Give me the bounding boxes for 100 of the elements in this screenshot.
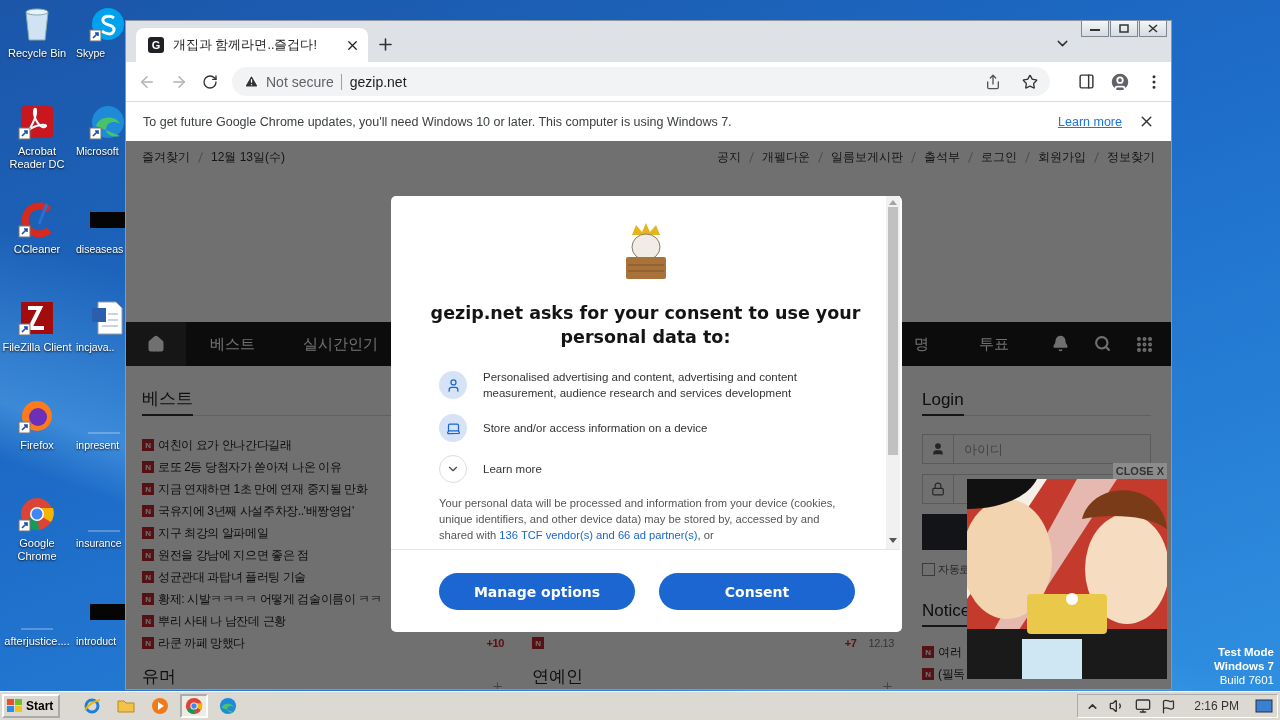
- windows-logo-icon: [7, 699, 23, 713]
- device-icon: [445, 420, 461, 436]
- new-badge: N: [922, 668, 934, 680]
- consent-button[interactable]: Consent: [659, 573, 855, 610]
- person-icon: [445, 377, 461, 393]
- new-badge: N: [142, 461, 154, 473]
- learn-more-toggle[interactable]: Learn more: [439, 455, 852, 483]
- desktop-icon[interactable]: Firefox: [17, 396, 57, 494]
- browser-icon: [219, 697, 238, 715]
- user-icon: [931, 442, 945, 456]
- new-badge: N: [142, 527, 154, 539]
- new-badge: N: [922, 646, 934, 658]
- side-panel-icon[interactable]: [1078, 73, 1095, 90]
- new-badge: N: [142, 637, 154, 649]
- infobar-message: To get future Google Chrome updates, you'll need Windows 10 or later. This computer is using Windows 7.: [143, 114, 733, 129]
- close-icon: [1148, 24, 1158, 33]
- folder-icon: [117, 697, 136, 715]
- desktop-icon[interactable]: introduct: [74, 592, 128, 690]
- browser-icon: [185, 697, 204, 715]
- start-button[interactable]: Start: [2, 694, 61, 718]
- reload-icon[interactable]: [202, 73, 218, 90]
- scrollbar-thumb[interactable]: [888, 207, 898, 455]
- desktop-icon[interactable]: Skype: [74, 4, 128, 102]
- bookmark-star-icon[interactable]: [1022, 73, 1038, 90]
- post-link[interactable]: 라쿤 까페 망했다: [158, 634, 483, 652]
- top-link[interactable]: 출석부: [924, 148, 960, 166]
- show-desktop-icon[interactable]: [1255, 698, 1273, 714]
- learn-more-link[interactable]: Learn more: [1058, 114, 1122, 129]
- security-label: Not secure: [266, 73, 334, 90]
- browser-tab[interactable]: G 개집과 함께라면..즐겁다!: [136, 28, 368, 62]
- new-badge: N: [142, 505, 154, 517]
- new-badge: N: [142, 593, 154, 605]
- top-link[interactable]: 회원가입: [1038, 148, 1086, 166]
- url-text: gezip.net: [340, 73, 978, 90]
- desktop-icon[interactable]: Google Chrome: [1, 494, 73, 592]
- network-icon[interactable]: [1135, 698, 1152, 714]
- system-notice-text: Windows 7: [1214, 659, 1274, 673]
- browser-icon: [83, 697, 102, 715]
- home-icon: [147, 335, 165, 353]
- tab-title: 개집과 함께라면..즐겁다!: [173, 36, 318, 54]
- profile-icon[interactable]: [1109, 70, 1131, 93]
- system-notice-text: Test Mode: [1218, 645, 1274, 659]
- desktop-icon[interactable]: inpresent: [74, 396, 120, 494]
- grid-menu-icon[interactable]: [1134, 334, 1154, 354]
- top-link[interactable]: 개펠다운: [762, 148, 810, 166]
- lock-icon: [931, 482, 945, 496]
- desktop-icon[interactable]: FileZilla Client: [2, 298, 72, 396]
- nav-item[interactable]: 투표: [955, 334, 1009, 354]
- flag-icon[interactable]: [1161, 698, 1177, 714]
- desktop-icon[interactable]: CCleaner: [13, 200, 61, 298]
- purpose-text: Personalised advertising and content, advertising and content measurement, audience research and services development: [483, 370, 798, 401]
- new-tab-icon[interactable]: [376, 35, 395, 54]
- desktop-icon[interactable]: incjava..: [74, 298, 128, 396]
- consent-text: Your personal data will be processed and information from your device (cookies, unique identifiers, and other device data) may be stored by, accessed by and shared with 136 TCF vendor(s) and 66 ad partner(s), or: [439, 496, 837, 543]
- top-link[interactable]: 정보찾기: [1107, 148, 1155, 166]
- top-link[interactable]: 로그인: [981, 148, 1017, 166]
- section-title: 베스트: [142, 387, 193, 416]
- post-date: 12.13: [868, 637, 894, 649]
- checkbox-label: 자동로: [938, 562, 970, 577]
- top-link[interactable]: 즐겨찾기: [142, 148, 190, 166]
- ad-close-button[interactable]: CLOSE X: [1112, 463, 1167, 479]
- top-link[interactable]: 일름보게시판: [831, 148, 903, 166]
- minimize-button[interactable]: [1081, 21, 1109, 37]
- system-notice-text: Build 7601: [1219, 673, 1274, 687]
- vendors-link[interactable]: 136 TCF vendor(s) and 66 ad partner(s): [499, 529, 698, 541]
- checkbox[interactable]: [922, 563, 935, 576]
- warning-icon: [244, 74, 259, 89]
- desktop-icon[interactable]: afterjustice....: [4, 592, 70, 690]
- desktop-icon[interactable]: diseaseas: [74, 200, 128, 298]
- favicon: G: [148, 37, 164, 53]
- close-button[interactable]: [1139, 21, 1167, 37]
- desktop-icon[interactable]: insurance: [74, 494, 122, 592]
- comment-count: +7: [844, 637, 857, 649]
- manage-options-button[interactable]: Manage options: [439, 573, 635, 610]
- restore-button[interactable]: [1110, 21, 1138, 37]
- desktop-icon[interactable]: Recycle Bin: [7, 4, 67, 102]
- top-link[interactable]: 공지: [717, 148, 741, 166]
- restore-icon: [1119, 24, 1129, 33]
- desktop-icon[interactable]: Microsoft: [74, 102, 128, 200]
- comment-count: +10: [486, 637, 504, 649]
- dialog-title: gezip.net asks for your consent to use your personal data to:: [429, 302, 862, 349]
- new-badge: N: [142, 615, 154, 627]
- nav-item[interactable]: 베스트: [186, 334, 279, 354]
- section-title: Login: [922, 390, 964, 416]
- new-badge: N: [142, 483, 154, 495]
- nav-item[interactable]: 명: [914, 334, 953, 354]
- desktop-icon[interactable]: Acrobat Reader DC: [1, 102, 73, 200]
- new-badge: N: [142, 549, 154, 561]
- address-bar[interactable]: Not secure gezip.net: [232, 67, 1050, 96]
- home-button[interactable]: [126, 322, 186, 366]
- clock: 2:16 PM: [1194, 699, 1239, 713]
- search-icon[interactable]: [1093, 334, 1111, 352]
- taskbar-button[interactable]: [180, 694, 209, 718]
- top-link[interactable]: 12월 13일(수): [211, 148, 286, 166]
- purpose-text: Store and/or access information on a device: [483, 421, 708, 436]
- new-badge: N: [142, 571, 154, 583]
- bell-icon[interactable]: [1051, 334, 1069, 352]
- media-player-icon: [151, 697, 170, 715]
- share-icon[interactable]: [985, 73, 1001, 90]
- scroll-down-icon: [889, 538, 897, 543]
